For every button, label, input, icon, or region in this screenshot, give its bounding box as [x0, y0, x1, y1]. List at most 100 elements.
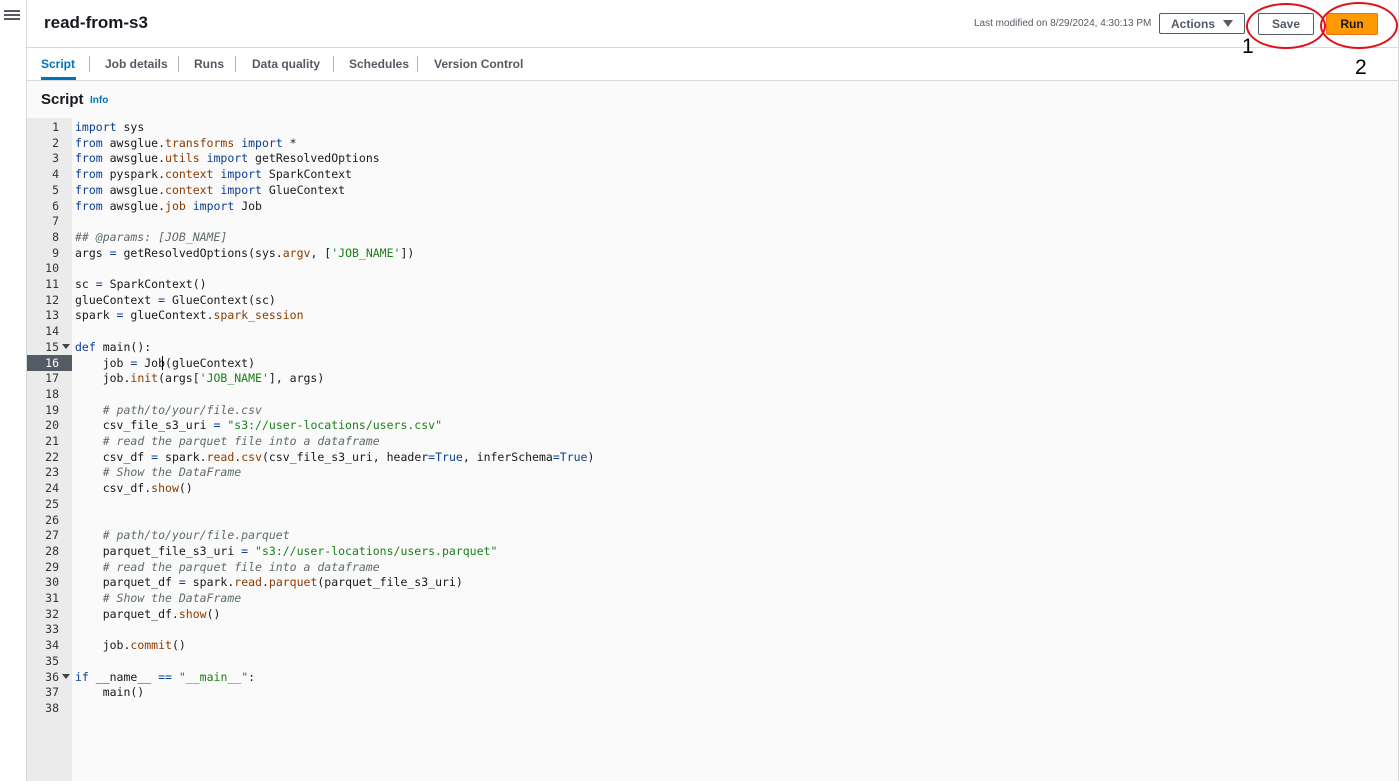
line-number: 2	[52, 135, 59, 150]
tab-data-quality[interactable]: Data quality	[252, 48, 320, 79]
line-number: 37	[45, 685, 59, 700]
line-number: 30	[45, 575, 59, 590]
line-number: 13	[45, 308, 59, 323]
line-number: 5	[52, 182, 59, 197]
tab-label: Schedules	[349, 56, 410, 71]
line-number: 25	[45, 496, 59, 511]
line-number: 3	[52, 151, 59, 166]
code-line: csv_df.show()	[75, 481, 193, 496]
code-line: csv_df = spark.read.csv(csv_file_s3_uri,…	[75, 449, 595, 464]
line-number: 9	[52, 245, 59, 260]
line-number: 33	[45, 622, 59, 637]
line-number: 6	[52, 198, 59, 213]
line-number: 24	[45, 481, 59, 496]
code-line: # read the parquet file into a dataframe	[102, 559, 380, 574]
tab-label: Runs	[194, 56, 224, 71]
tab-separator	[417, 56, 418, 72]
page-title: read-from-s3	[44, 13, 148, 32]
info-link[interactable]: Info	[90, 95, 108, 106]
line-number: 16	[27, 354, 72, 371]
code-line: args = getResolvedOptions(sys.argv, ['JO…	[75, 245, 415, 260]
line-number: 14	[45, 324, 59, 339]
line-number: 22	[45, 449, 59, 464]
tab-label: Job details	[105, 56, 168, 71]
code-line: if __name__ == "__main__":	[75, 669, 256, 684]
line-number: 27	[45, 528, 59, 543]
line-number: 23	[45, 465, 59, 480]
line-number: 10	[45, 261, 59, 276]
hamburger-menu-icon[interactable]	[4, 8, 20, 24]
line-number: 8	[52, 229, 59, 244]
code-line: ## @params: [JOB_NAME]	[75, 229, 228, 244]
line-number: 11	[45, 277, 59, 291]
line-number: 34	[45, 638, 59, 653]
code-line: # path/to/your/file.csv	[102, 402, 262, 417]
code-line: def main():	[75, 339, 152, 354]
active-tab-indicator	[41, 77, 76, 80]
code-line: from pyspark.context import SparkContext	[75, 167, 352, 182]
line-number: 28	[45, 543, 59, 558]
caret-down-icon	[1223, 20, 1233, 27]
code-line: import sys	[75, 120, 145, 134]
tab-label: Version Control	[434, 56, 524, 71]
line-number: 32	[45, 606, 59, 621]
code-line: job = Job(glueContext)	[75, 355, 256, 370]
code-line: from awsglue.utils import getResolvedOpt…	[75, 151, 380, 166]
tab-label: Script	[41, 56, 76, 71]
code-line: from awsglue.context import GlueContext	[75, 182, 346, 197]
code-line: # path/to/your/file.parquet	[102, 528, 290, 543]
line-number: 31	[45, 591, 59, 605]
line-number: 21	[45, 434, 59, 448]
tab-separator	[333, 56, 334, 72]
line-number: 19	[45, 402, 59, 417]
actions-label: Actions	[1170, 16, 1215, 31]
page-header: read-from-s3 Last modified on 8/29/2024,…	[27, 0, 1398, 49]
line-number: 7	[52, 214, 59, 229]
text-cursor	[162, 355, 163, 370]
line-number: 1	[52, 120, 59, 134]
actions-dropdown-button[interactable]: Actions	[1159, 13, 1245, 34]
code-line: parquet_df.show()	[75, 606, 221, 621]
tab-script[interactable]: Script	[41, 48, 76, 80]
code-editor[interactable]: 1 2 3 4 5 6 7 8 9 10 11 12 13 14 15 16 17 18 19 20 21 22 23 24 2…	[27, 118, 1398, 781]
code-line: job.init(args['JOB_NAME'], args)	[75, 371, 325, 386]
line-number: 26	[45, 512, 59, 527]
tab-version-control[interactable]: Version Control	[434, 48, 523, 79]
tab-job-details[interactable]: Job details	[105, 48, 168, 79]
script-section-header: Script Info	[27, 81, 1398, 119]
line-number: 12	[45, 292, 59, 307]
line-number: 35	[45, 653, 59, 668]
line-number: 17	[45, 371, 59, 386]
fold-arrow-icon[interactable]	[62, 343, 70, 349]
code-line: job.commit()	[75, 638, 186, 653]
job-editor-panel: read-from-s3 Last modified on 8/29/2024,…	[27, 0, 1399, 781]
code-line: from awsglue.transforms import *	[75, 135, 297, 150]
code-line: # Show the DataFrame	[102, 465, 242, 480]
run-annotation-circle	[1320, 2, 1398, 49]
script-section-title: Script	[41, 91, 84, 108]
tab-separator	[178, 56, 179, 72]
line-number: 18	[45, 386, 59, 401]
fold-arrow-icon[interactable]	[62, 673, 70, 679]
code-text-area[interactable]: import sys from awsglue.transforms import…	[72, 118, 1398, 781]
last-modified-text: Last modified on 8/29/2024, 4:30:13 PM	[974, 18, 1152, 29]
code-line: # Show the DataFrame	[102, 591, 242, 605]
code-line: parquet_df = spark.read.parquet(parquet_…	[75, 575, 463, 590]
tab-label: Data quality	[252, 56, 321, 71]
left-nav-rail	[0, 0, 27, 781]
tab-separator	[89, 56, 90, 72]
code-line: main()	[75, 685, 145, 700]
code-line: from awsglue.job import Job	[75, 198, 262, 213]
tab-schedules[interactable]: Schedules	[349, 48, 409, 79]
save-annotation-circle	[1246, 3, 1326, 49]
code-line: csv_file_s3_uri = "s3://user-locations/u…	[75, 418, 442, 433]
line-number: 38	[45, 700, 59, 715]
tab-separator	[235, 56, 236, 72]
line-number: 20	[45, 418, 59, 433]
line-number: 4	[52, 167, 59, 182]
line-number-gutter: 1 2 3 4 5 6 7 8 9 10 11 12 13 14 15 16 17 18 19 20 21 22 23 24 2…	[27, 118, 72, 781]
code-line: spark = glueContext.spark_session	[75, 308, 304, 323]
line-number: 29	[45, 559, 59, 574]
tab-bar: Script Job details Runs Data quality Sch…	[27, 48, 1398, 81]
tab-runs[interactable]: Runs	[194, 48, 224, 79]
